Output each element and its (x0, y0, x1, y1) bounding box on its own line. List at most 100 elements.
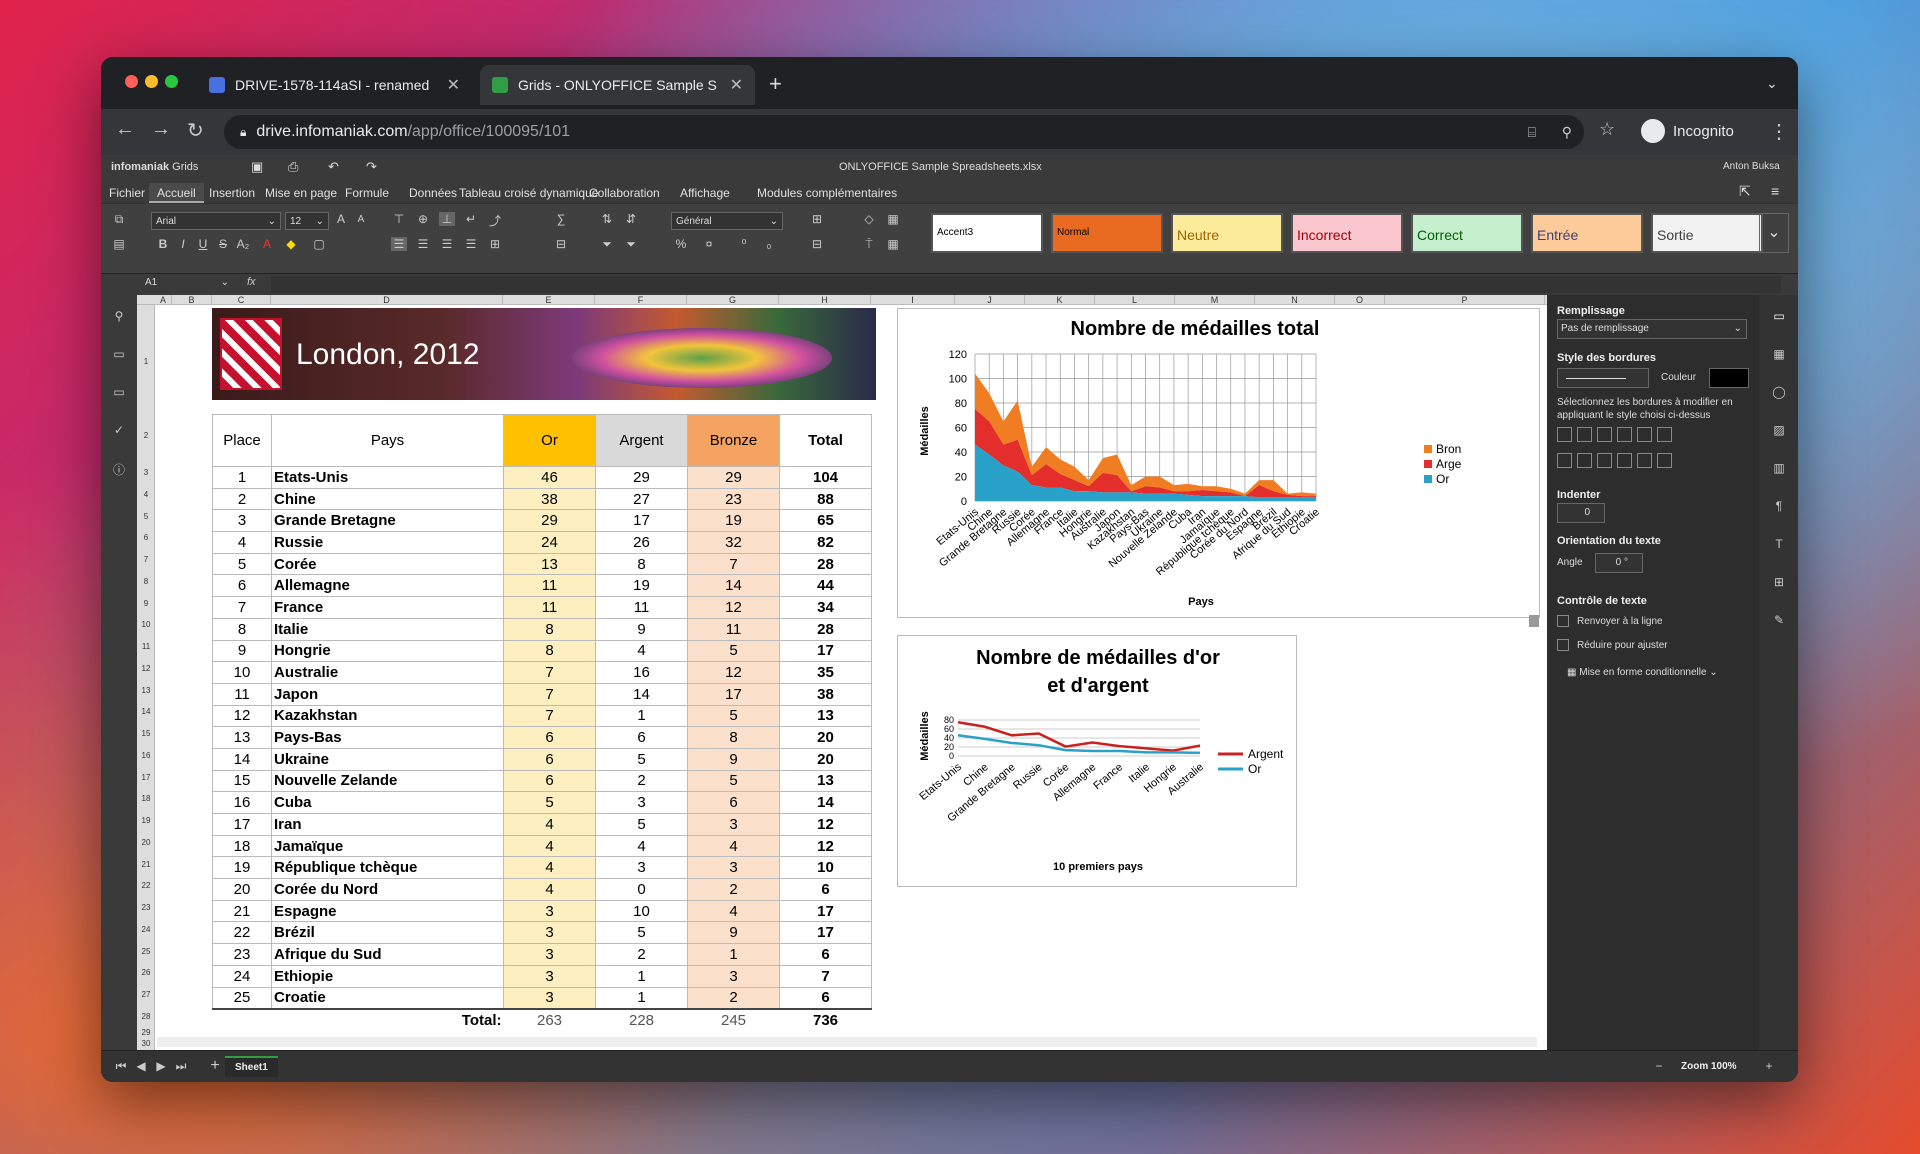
cell-bronze[interactable]: 29 (687, 466, 780, 489)
cell-pays[interactable]: Hongrie (271, 639, 504, 663)
cell-style-0[interactable]: Accent3 (931, 213, 1043, 253)
cell-place[interactable]: 18 (212, 834, 272, 858)
vertical-scrollbar[interactable] (1529, 615, 1539, 627)
chat-icon[interactable]: ▭ (111, 385, 127, 399)
open-location-icon[interactable]: ⇱ (1739, 183, 1751, 200)
column-header[interactable]: I (871, 295, 955, 305)
cell-pays[interactable]: Jamaïque (271, 834, 504, 858)
cell-bronze[interactable]: 19 (687, 509, 780, 533)
row-header[interactable]: 12 (137, 652, 155, 674)
wrap-text-icon[interactable]: ↵ (463, 212, 479, 226)
cell-place[interactable]: 19 (212, 856, 272, 880)
cell-pays[interactable]: Afrique du Sud (271, 943, 504, 966)
sort-desc-icon[interactable]: ⇵ (623, 212, 639, 226)
cond-format-icon[interactable]: ▦ (885, 212, 901, 226)
all-borders-icon[interactable] (1557, 427, 1572, 442)
cell-pays[interactable]: Corée du Nord (271, 878, 504, 901)
insert-cells-icon[interactable]: ⊞ (809, 212, 825, 226)
align-top-icon[interactable]: ⊤ (391, 212, 407, 226)
clear-filter-icon[interactable]: ⏷ (623, 237, 639, 252)
table-template-icon[interactable]: ▦ (885, 237, 901, 251)
cell-style-5[interactable]: Entrée (1531, 213, 1643, 253)
undo-icon[interactable]: ↶ (328, 159, 339, 175)
cell-or[interactable]: 3 (503, 964, 596, 988)
cell-or[interactable]: 4 (503, 856, 596, 880)
cell-place[interactable]: 10 (212, 661, 272, 684)
fill-select[interactable]: Pas de remplissage ⌄ (1557, 319, 1747, 339)
cell-pays[interactable]: Brézil (271, 921, 504, 945)
column-header[interactable]: J (955, 295, 1025, 305)
cell-or[interactable]: 7 (503, 682, 596, 706)
cell-argent[interactable]: 5 (595, 813, 688, 836)
row-header[interactable]: 18 (137, 782, 155, 804)
cell-pays[interactable]: Nouvelle Zelande (271, 769, 504, 793)
cell-bronze[interactable]: 2 (687, 986, 780, 1010)
border-style-select[interactable] (1557, 368, 1649, 388)
inner-vertical-icon[interactable] (1577, 453, 1592, 468)
cell-argent[interactable]: 11 (595, 596, 688, 619)
chart-total-medals[interactable]: Nombre de médailles total 0 20 40 60 80 100 120… (897, 308, 1540, 618)
cell-or[interactable]: 3 (503, 986, 596, 1010)
cell-place[interactable]: 2 (212, 487, 272, 511)
bold-icon[interactable]: B (155, 237, 171, 251)
row-header[interactable]: 6 (137, 521, 155, 543)
cell-pays[interactable]: Ukraine (271, 747, 504, 771)
cell-or[interactable]: 6 (503, 726, 596, 749)
cell-pays[interactable]: Chine (271, 487, 504, 511)
merge-icon[interactable]: ⊞ (487, 237, 503, 251)
header-place[interactable]: Place (212, 414, 272, 467)
cell-or[interactable]: 11 (503, 574, 596, 598)
search-icon[interactable]: ⚲ (111, 309, 127, 323)
column-header[interactable]: E (503, 295, 595, 305)
new-tab-button[interactable]: + (769, 71, 782, 97)
cell-or[interactable]: 6 (503, 747, 596, 771)
header-argent[interactable]: Argent (595, 414, 688, 467)
sum-icon[interactable]: ∑ (553, 212, 569, 226)
about-icon[interactable]: ⓘ (111, 461, 127, 478)
decimal-icon[interactable]: ⁰ (736, 237, 752, 251)
column-header[interactable]: B (172, 295, 212, 305)
align-middle-icon[interactable]: ⊕ (415, 212, 431, 226)
cell-pays[interactable]: Iran (271, 813, 504, 836)
formula-input[interactable] (271, 276, 1781, 293)
cell-total[interactable]: 20 (779, 726, 872, 749)
menu-2[interactable]: Insertion (201, 183, 263, 203)
cell-pays[interactable]: Croatie (271, 986, 504, 1010)
menu-9[interactable]: Modules complémentaires (749, 183, 905, 203)
cell-reference-box[interactable]: A1 ⌄ (145, 277, 233, 293)
close-window-button[interactable] (125, 75, 138, 88)
browser-menu-icon[interactable]: ⋮ (1769, 119, 1789, 144)
inner-borders-icon[interactable] (1597, 427, 1612, 442)
cell-argent[interactable]: 4 (595, 639, 688, 663)
cell-bronze[interactable]: 11 (687, 617, 780, 641)
last-sheet-icon[interactable]: ⏭ (173, 1059, 189, 1074)
cell-place[interactable]: 17 (212, 813, 272, 836)
cell-or[interactable]: 7 (503, 661, 596, 684)
cell-place[interactable]: 6 (212, 574, 272, 598)
shrink-checkbox-row[interactable]: Réduire pour ajuster (1557, 639, 1668, 651)
cell-total[interactable]: 44 (779, 574, 872, 598)
cell-place[interactable]: 8 (212, 617, 272, 641)
pivot-settings-icon[interactable]: ⊞ (1771, 575, 1787, 589)
bookmark-star-icon[interactable]: ☆ (1599, 119, 1615, 140)
row-header[interactable]: 5 (137, 500, 155, 521)
row-header[interactable]: 29 (137, 1021, 155, 1037)
underline-icon[interactable]: U (195, 237, 211, 251)
comments-icon[interactable]: ▭ (111, 347, 127, 361)
tab-search-icon[interactable]: ⌄ (1766, 75, 1778, 92)
cell-total[interactable]: 14 (779, 791, 872, 814)
cell-total[interactable]: 12 (779, 813, 872, 836)
cell-or[interactable]: 3 (503, 921, 596, 945)
cell-total[interactable]: 65 (779, 509, 872, 533)
row-header[interactable]: 13 (137, 674, 155, 695)
total-argent[interactable]: 228 (595, 1007, 688, 1031)
cell-place[interactable]: 12 (212, 704, 272, 728)
menu-1[interactable]: Accueil (149, 183, 204, 203)
row-header[interactable]: 20 (137, 826, 155, 848)
cell-place[interactable]: 4 (212, 531, 272, 554)
cell-total[interactable]: 28 (779, 617, 872, 641)
cell-place[interactable]: 5 (212, 552, 272, 576)
function-icon[interactable]: fx (247, 276, 256, 288)
shape-settings-icon[interactable]: ◯ (1771, 385, 1787, 399)
angle-input[interactable]: 0 ° (1595, 553, 1643, 573)
